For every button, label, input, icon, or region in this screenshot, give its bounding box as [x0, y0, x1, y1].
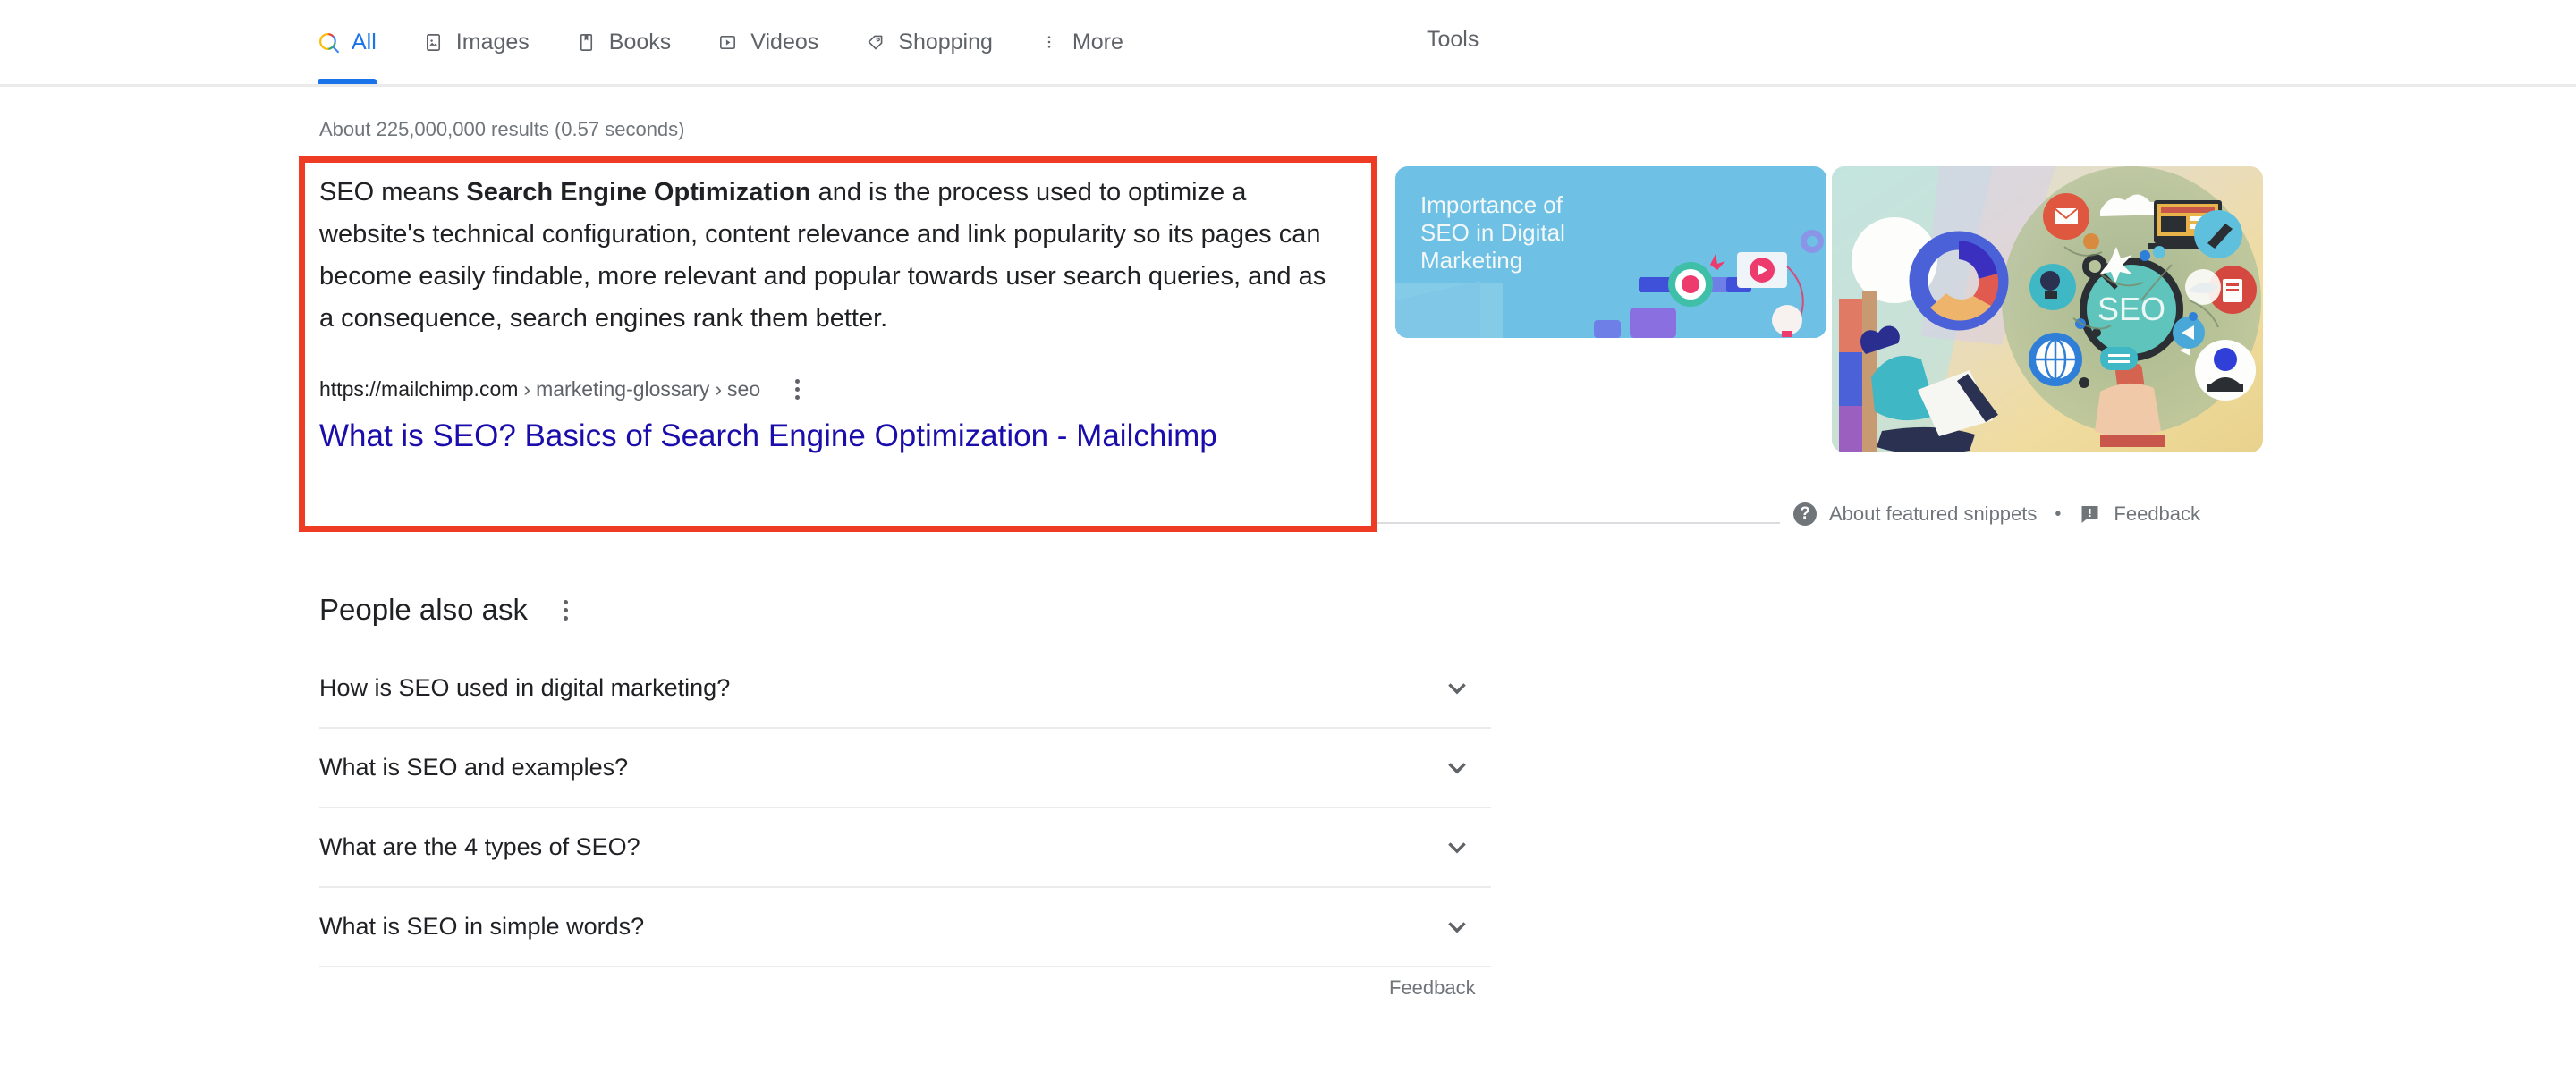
svg-text:Marketing: Marketing	[1420, 247, 1522, 274]
tab-all[interactable]: All	[318, 0, 399, 84]
tab-shopping-label: Shopping	[898, 29, 993, 55]
people-also-ask-header: People also ask	[319, 590, 1491, 629]
paa-question-label: What is SEO in simple words?	[319, 913, 645, 940]
tab-books[interactable]: Books	[575, 0, 693, 84]
people-also-ask-title: People also ask	[319, 593, 528, 626]
footer-separator-dot: •	[2055, 503, 2062, 524]
result-title-link[interactable]: What is SEO? Basics of Search Engine Opt…	[319, 417, 1357, 456]
tab-more-label: More	[1072, 29, 1123, 55]
tab-all-label: All	[352, 29, 377, 55]
results-count: About 225,000,000 results (0.57 seconds)	[319, 118, 685, 140]
people-also-ask-feedback-link[interactable]: Feedback	[1389, 976, 1476, 1000]
snippet-feedback-link[interactable]: Feedback	[2114, 502, 2200, 526]
thumbnail-1-image: Importance of SEO in Digital Marketing	[1395, 166, 1826, 338]
paa-question-item-2[interactable]: What is SEO and examples?	[319, 727, 1491, 807]
paa-bottom-divider	[319, 966, 1491, 967]
thumbnail-2-image: SEO	[1832, 166, 2263, 452]
snippet-text-before: SEO means	[319, 178, 467, 207]
tab-shopping[interactable]: Shopping	[864, 0, 1015, 84]
people-also-ask-section: People also ask How is SEO used in digit…	[319, 590, 1491, 967]
paa-question-label: What is SEO and examples?	[319, 754, 629, 781]
paa-question-label: What are the 4 types of SEO?	[319, 833, 640, 860]
google-search-icon	[318, 31, 340, 54]
url-separator-1: ›	[523, 376, 531, 401]
tag-icon	[864, 31, 886, 54]
result-url-crumb-2: seo	[727, 376, 761, 401]
chevron-down-icon[interactable]	[1443, 913, 1471, 942]
result-url[interactable]: https://mailchimp.com › marketing-glossary…	[319, 377, 760, 401]
chevron-down-icon[interactable]	[1443, 674, 1471, 703]
result-url-crumb-1: marketing-glossary	[536, 376, 710, 401]
featured-snippet: SEO means Search Engine Optimization and…	[319, 172, 1357, 456]
image-icon	[422, 31, 445, 54]
snippet-text-bold: Search Engine Optimization	[466, 178, 811, 207]
nav-tabs: All Images Books Videos Shopping More	[318, 0, 1169, 84]
tab-images[interactable]: Images	[422, 0, 552, 84]
featured-snippet-thumbnails: Importance of SEO in Digital Marketing S…	[1395, 166, 2263, 452]
svg-text:Importance of: Importance of	[1420, 191, 1563, 218]
people-also-ask-options-kebab-icon[interactable]	[551, 595, 581, 625]
paa-question-item-4[interactable]: What is SEO in simple words?	[319, 886, 1491, 966]
feedback-flag-icon[interactable]	[2079, 503, 2101, 525]
svg-text:SEO in Digital: SEO in Digital	[1420, 219, 1565, 246]
paa-question-item-3[interactable]: What are the 4 types of SEO?	[319, 807, 1491, 886]
tab-more[interactable]: More	[1038, 0, 1146, 84]
featured-snippet-text: SEO means Search Engine Optimization and…	[319, 172, 1330, 340]
book-icon	[575, 31, 597, 54]
people-also-ask-list: How is SEO used in digital marketing? Wh…	[319, 649, 1491, 967]
featured-snippet-footer: ? About featured snippets • Feedback	[1793, 502, 2200, 526]
tab-videos-label: Videos	[750, 29, 819, 55]
paa-question-item-1[interactable]: How is SEO used in digital marketing?	[319, 649, 1491, 727]
result-url-row: https://mailchimp.com › marketing-glossary…	[319, 374, 1357, 404]
result-url-domain: https://mailchimp.com	[319, 376, 519, 401]
result-options-kebab-icon[interactable]	[782, 374, 812, 404]
thumbnail-seo-magnifier[interactable]: SEO	[1832, 166, 2263, 452]
thumbnail-importance-of-seo[interactable]: Importance of SEO in Digital Marketing	[1395, 166, 1826, 338]
kebab-icon	[1038, 31, 1061, 54]
help-question-icon[interactable]: ?	[1793, 502, 1817, 526]
snippet-bottom-divider	[1377, 522, 1780, 524]
url-separator-2: ›	[715, 376, 723, 401]
search-nav-bar: All Images Books Videos Shopping More To…	[0, 0, 2576, 87]
paa-question-label: How is SEO used in digital marketing?	[319, 674, 731, 701]
chevron-down-icon[interactable]	[1443, 754, 1471, 782]
chevron-down-icon[interactable]	[1443, 833, 1471, 862]
nav-bottom-divider	[0, 84, 2576, 87]
svg-text:SEO: SEO	[2097, 291, 2165, 327]
tab-books-label: Books	[608, 29, 672, 55]
video-icon	[716, 31, 739, 54]
tab-images-label: Images	[455, 29, 530, 55]
tools-button[interactable]: Tools	[1427, 27, 1479, 53]
tab-videos[interactable]: Videos	[716, 0, 841, 84]
about-featured-snippets-link[interactable]: About featured snippets	[1829, 502, 2037, 526]
